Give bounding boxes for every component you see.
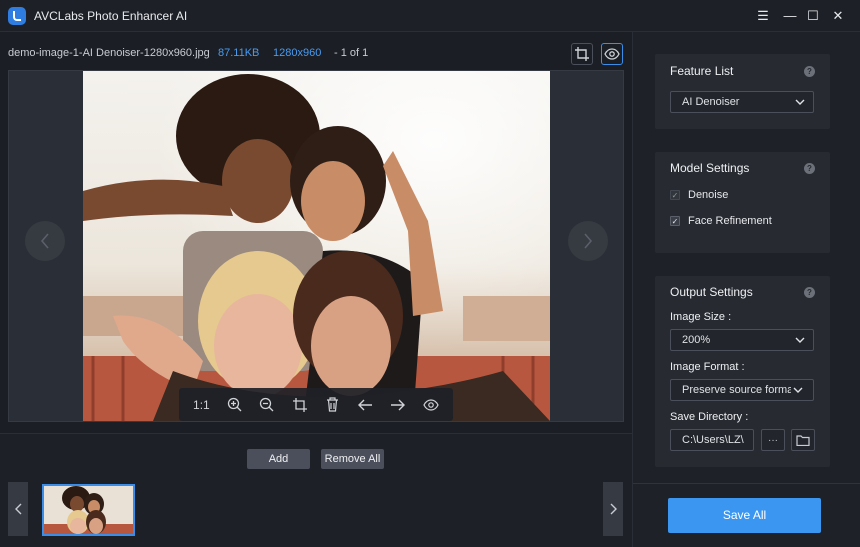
file-info-bar: demo-image-1-AI Denoiser-1280x960.jpg 87… (0, 32, 632, 72)
chevron-right-icon (584, 233, 593, 249)
thumbnail-item[interactable] (42, 484, 135, 536)
denoise-checkbox: ✓ (670, 190, 680, 200)
sidebar-divider (633, 483, 860, 484)
actual-size-button[interactable]: 1:1 (190, 394, 212, 416)
delete-button[interactable] (321, 394, 343, 416)
compare-button[interactable] (420, 394, 442, 416)
save-all-button[interactable]: Save All (668, 498, 821, 533)
image-format-value: Preserve source format (682, 384, 797, 396)
previous-image-button[interactable] (25, 221, 65, 261)
preview-image (83, 71, 550, 421)
crop-icon (292, 397, 307, 412)
close-button[interactable]: ✕ (829, 7, 847, 25)
face-refinement-label: Face Refinement (688, 215, 772, 227)
thumbnails-previous-button[interactable] (8, 482, 28, 536)
chevron-down-icon (791, 380, 805, 400)
next-image-button[interactable] (568, 221, 608, 261)
chevron-down-icon (795, 99, 805, 105)
model-settings-panel: Model Settings ? ✓ Denoise ✓ Face Refine… (655, 152, 830, 253)
file-dimensions: 1280x960 (273, 47, 322, 59)
rotate-right-button[interactable] (387, 394, 409, 416)
zoom-out-icon (260, 397, 274, 412)
save-directory-label: Save Directory : (670, 411, 749, 423)
file-name: demo-image-1-AI Denoiser-1280x960.jpg (8, 47, 210, 59)
chevron-right-icon (610, 503, 617, 515)
image-viewer (8, 70, 624, 422)
delete-icon (326, 397, 338, 412)
crop-icon (575, 47, 589, 61)
settings-sidebar: Feature List ? AI Denoiser Model Setting… (632, 32, 860, 547)
arrow-right-icon (391, 399, 406, 410)
image-size-label: Image Size : (670, 311, 732, 323)
chevron-left-icon (40, 233, 49, 249)
maximize-button[interactable]: ☐ (804, 7, 822, 25)
app-title: AVCLabs Photo Enhancer AI (34, 9, 188, 23)
thumbnail-area: Add Remove All (0, 433, 632, 547)
feature-select-value: AI Denoiser (682, 96, 740, 108)
image-format-label: Image Format : (670, 361, 745, 373)
add-button[interactable]: Add (247, 449, 310, 469)
output-settings-panel: Output Settings ? Image Size : 200% Imag… (655, 276, 830, 467)
menu-button[interactable]: ☰ (754, 7, 772, 25)
save-directory-input[interactable]: C:\Users\LZ\ (670, 429, 754, 451)
feature-list-panel: Feature List ? AI Denoiser (655, 54, 830, 129)
toolbar-crop-button[interactable] (289, 394, 311, 416)
eye-icon (422, 398, 439, 411)
help-icon[interactable]: ? (804, 163, 815, 174)
zoom-out-button[interactable] (256, 394, 278, 416)
eye-icon (604, 48, 620, 60)
remove-all-button[interactable]: Remove All (321, 449, 384, 469)
feature-select[interactable]: AI Denoiser (670, 91, 814, 113)
file-size: 87.11KB (218, 47, 260, 59)
image-toolbar: 1:1 (179, 388, 453, 421)
preview-toggle-button[interactable] (601, 43, 623, 65)
help-icon[interactable]: ? (804, 287, 815, 298)
chevron-down-icon (795, 337, 805, 343)
zoom-in-icon (227, 397, 242, 412)
chevron-left-icon (14, 503, 21, 515)
folder-icon (796, 434, 810, 446)
feature-list-title: Feature List (670, 64, 734, 78)
title-bar: AVCLabs Photo Enhancer AI ☰ — ☐ ✕ (0, 0, 860, 32)
output-settings-title: Output Settings (670, 285, 753, 299)
image-size-value: 200% (682, 334, 711, 346)
page-counter: - 1 of 1 (334, 47, 369, 59)
help-icon[interactable]: ? (804, 66, 815, 77)
rotate-left-button[interactable] (354, 394, 376, 416)
denoise-label: Denoise (688, 189, 729, 201)
image-format-select[interactable]: Preserve source format (670, 379, 814, 401)
image-size-select[interactable]: 200% (670, 329, 814, 351)
thumbnails-next-button[interactable] (603, 482, 623, 536)
zoom-in-button[interactable] (223, 394, 245, 416)
app-logo-icon (8, 7, 26, 25)
model-settings-title: Model Settings (670, 161, 750, 175)
open-folder-button[interactable] (791, 429, 815, 451)
face-refinement-checkbox[interactable]: ✓ (670, 216, 680, 226)
browse-directory-button[interactable]: ··· (761, 429, 785, 451)
arrow-left-icon (357, 399, 372, 410)
minimize-button[interactable]: — (781, 7, 799, 25)
crop-button[interactable] (571, 43, 593, 65)
